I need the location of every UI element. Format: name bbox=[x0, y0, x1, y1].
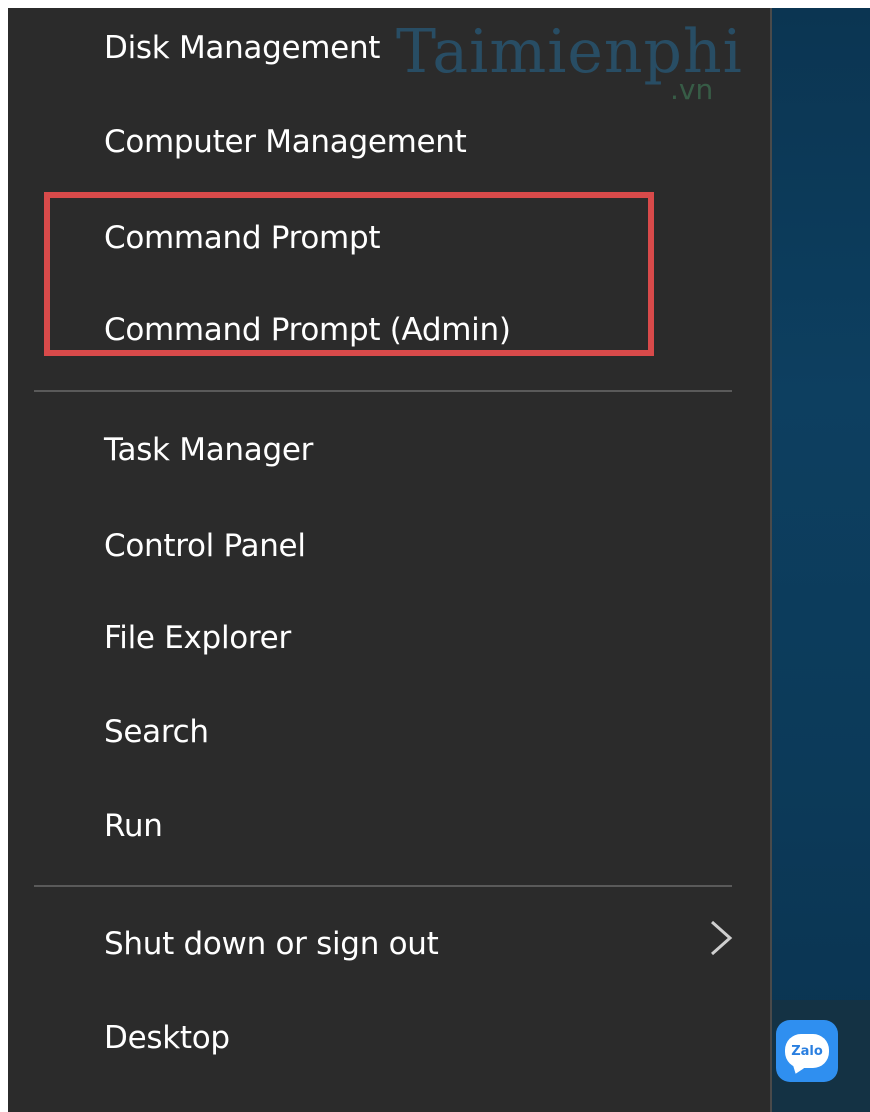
menu-item-task-manager[interactable]: Task Manager bbox=[104, 432, 313, 468]
menu-item-disk-management[interactable]: Disk Management bbox=[104, 30, 380, 66]
menu-item-desktop[interactable]: Desktop bbox=[104, 1020, 230, 1056]
menu-item-file-explorer[interactable]: File Explorer bbox=[104, 620, 291, 656]
watermark-suffix: .vn bbox=[670, 73, 714, 106]
menu-item-command-prompt[interactable]: Command Prompt bbox=[104, 220, 381, 256]
menu-item-control-panel[interactable]: Control Panel bbox=[104, 528, 306, 564]
menu-item-computer-management[interactable]: Computer Management bbox=[104, 124, 467, 160]
menu-item-shut-down-or-sign-out[interactable]: Shut down or sign out bbox=[104, 926, 439, 962]
menu-separator bbox=[34, 885, 732, 887]
menu-separator bbox=[34, 390, 732, 392]
zalo-app-icon[interactable]: Zalo bbox=[776, 1020, 838, 1082]
screen: Zalo Taimienphi .vn Disk Management Comp… bbox=[0, 0, 870, 1112]
menu-item-search[interactable]: Search bbox=[104, 714, 209, 750]
zalo-label: Zalo bbox=[785, 1034, 829, 1068]
menu-item-command-prompt-admin[interactable]: Command Prompt (Admin) bbox=[104, 312, 511, 348]
desktop-background bbox=[772, 8, 870, 1112]
chevron-right-icon bbox=[711, 920, 733, 956]
menu-item-run[interactable]: Run bbox=[104, 808, 163, 844]
